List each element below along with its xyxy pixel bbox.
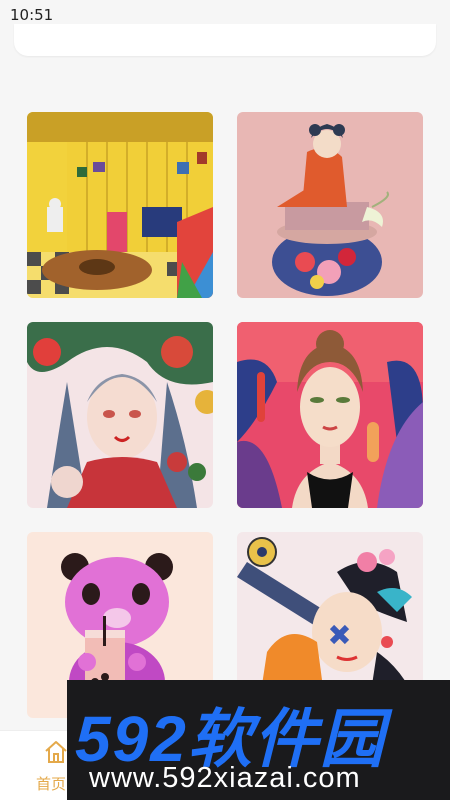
watermark-url: www.592xiazai.com [89,762,361,794]
woman-portrait-illustration [237,322,423,508]
gallery-card-kimono-girl[interactable] [237,112,423,298]
gallery-card-woman-portrait[interactable] [237,322,423,508]
site-watermark: 592软件园 www.592xiazai.com [67,680,450,800]
flower-girl-illustration [27,322,213,508]
gallery-card-room[interactable] [27,112,213,298]
kimono-girl-illustration [237,112,423,298]
gallery-card-flower-girl[interactable] [27,322,213,508]
nav-home-label: 首页 [36,775,67,793]
room-illustration [27,112,213,298]
home-icon [45,741,67,763]
